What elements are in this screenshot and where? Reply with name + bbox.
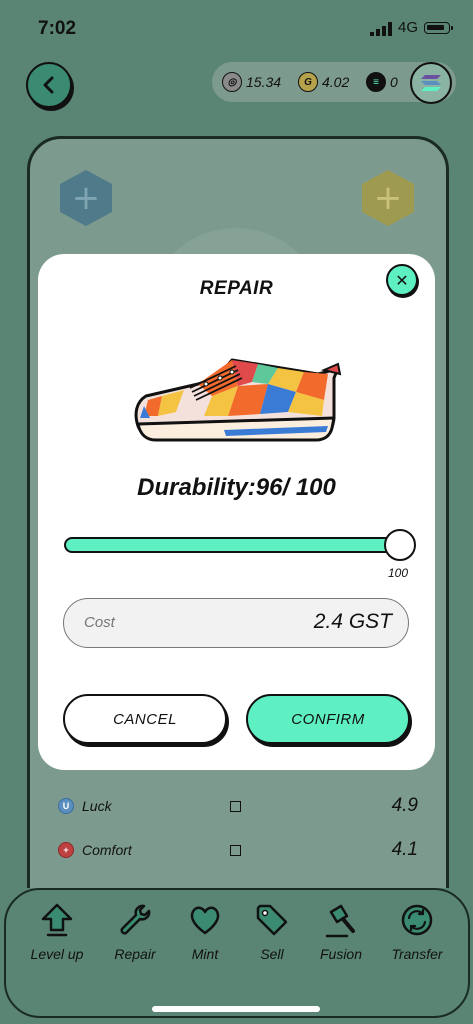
tab-label: Transfer xyxy=(391,946,443,962)
balance-sol: ≡ 0 xyxy=(366,72,398,92)
attribute-row-comfort: + Comfort 4.1 xyxy=(58,838,418,862)
tag-icon xyxy=(256,904,288,936)
cost-value: 2.4 GST xyxy=(313,610,392,633)
transfer-icon xyxy=(401,904,433,936)
tab-label: Repair xyxy=(114,946,156,962)
luck-icon: U xyxy=(58,798,74,814)
attribute-checkbox xyxy=(230,844,241,856)
attribute-name: Comfort xyxy=(82,842,132,858)
tab-label: Mint xyxy=(191,946,219,962)
battery-icon xyxy=(424,22,453,34)
status-time: 7:02 xyxy=(38,18,77,39)
tab-label: Level up xyxy=(30,946,84,962)
durability-label: Durability:96/ 100 xyxy=(137,474,336,501)
gst-coin-icon: G xyxy=(298,72,318,92)
solana-icon xyxy=(421,75,441,91)
wallet-button[interactable] xyxy=(410,62,452,104)
signal-icon xyxy=(370,22,392,36)
attribute-checkbox xyxy=(230,800,241,812)
attribute-value: 4.9 xyxy=(391,795,418,816)
attribute-row-luck: U Luck 4.9 xyxy=(58,794,418,818)
sol-coin-icon: ≡ xyxy=(366,72,386,92)
attribute-name: Luck xyxy=(82,798,112,814)
cancel-button[interactable]: CANCEL xyxy=(63,694,227,744)
tab-label: Sell xyxy=(260,946,284,962)
back-button[interactable] xyxy=(26,62,72,108)
tab-fusion[interactable]: Fusion xyxy=(306,902,376,962)
repair-modal xyxy=(38,254,435,770)
balance-gst: G 4.02 xyxy=(298,72,349,92)
slider-max-label: 100 xyxy=(388,566,409,580)
tab-sell[interactable]: Sell xyxy=(237,902,307,962)
level-up-icon xyxy=(41,903,73,937)
balance-gmt: ◎ 15.34 xyxy=(222,72,281,92)
status-bar: 7:02 4G xyxy=(0,0,473,56)
tab-repair[interactable]: Repair xyxy=(100,902,170,962)
tab-transfer[interactable]: Transfer xyxy=(382,902,452,962)
home-indicator xyxy=(152,1006,320,1012)
gmt-coin-icon: ◎ xyxy=(222,72,242,92)
repair-slider-thumb[interactable] xyxy=(384,529,416,561)
close-icon: ✕ xyxy=(395,270,409,290)
balance-sol-value: 0 xyxy=(390,74,398,90)
repair-slider-track[interactable] xyxy=(64,537,414,553)
sneaker-image xyxy=(134,358,342,442)
tab-level-up[interactable]: Level up xyxy=(22,902,92,962)
chevron-left-icon xyxy=(43,76,54,94)
attribute-value: 4.1 xyxy=(391,839,418,860)
balance-gmt-value: 15.34 xyxy=(246,74,282,90)
balance-gst-value: 4.02 xyxy=(322,74,350,90)
heart-icon xyxy=(190,906,220,935)
tab-label: Fusion xyxy=(319,946,363,962)
hammer-icon xyxy=(325,904,355,938)
wrench-icon xyxy=(120,904,151,935)
tab-mint[interactable]: Mint xyxy=(170,902,240,962)
network-label: 4G xyxy=(398,19,419,36)
comfort-icon: + xyxy=(58,842,74,858)
cost-label: Cost xyxy=(84,614,115,631)
close-button[interactable]: ✕ xyxy=(386,264,418,296)
confirm-button[interactable]: CONFIRM xyxy=(246,694,410,744)
